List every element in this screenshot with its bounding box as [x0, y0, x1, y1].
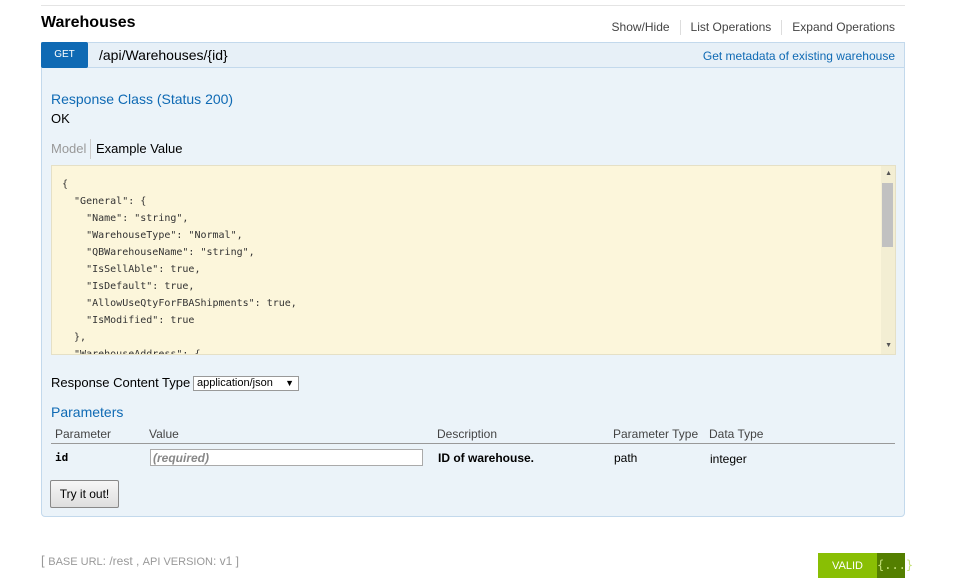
- api-version-value: : v1 ]: [212, 554, 239, 568]
- validator-badge[interactable]: VALID {...}: [818, 553, 913, 578]
- param-header-value: Value: [149, 427, 179, 441]
- api-version-label: API VERSION: [142, 556, 213, 568]
- param-description: ID of warehouse.: [438, 451, 535, 465]
- try-it-out-button[interactable]: Try it out!: [50, 480, 119, 508]
- tab-model[interactable]: Model: [51, 141, 86, 156]
- scrollbar[interactable]: ▲ ▼: [881, 166, 895, 354]
- response-content-type-select[interactable]: application/json ▼: [193, 376, 299, 391]
- scroll-thumb[interactable]: [882, 183, 893, 247]
- validator-label: VALID: [818, 553, 877, 578]
- param-data-type: integer: [710, 452, 747, 466]
- param-header-data-type: Data Type: [709, 427, 764, 441]
- validator-braces-icon: {...}: [877, 553, 913, 578]
- operation-summary[interactable]: Get metadata of existing warehouse: [703, 49, 895, 63]
- tab-example-value[interactable]: Example Value: [96, 141, 182, 156]
- param-type: path: [614, 451, 638, 465]
- api-info-footer: [ BASE URL: /rest , API VERSION: v1 ]: [41, 553, 239, 568]
- param-header-description: Description: [437, 427, 498, 441]
- resource-heading[interactable]: Warehouses: [41, 14, 136, 32]
- top-divider: [41, 5, 905, 6]
- base-url-label: BASE URL: [48, 556, 103, 568]
- param-header-parameter-type: Parameter Type: [613, 427, 699, 441]
- show-hide-link[interactable]: Show/Hide: [612, 20, 680, 35]
- scroll-up-arrow-icon[interactable]: ▲: [885, 170, 892, 177]
- dropdown-arrow-icon: ▼: [285, 378, 294, 388]
- operation-header[interactable]: GET /api/Warehouses/{id} Get metadata of…: [41, 42, 904, 68]
- example-value-box[interactable]: { "General": { "Name": "string", "Wareho…: [51, 165, 896, 355]
- id-input[interactable]: [150, 449, 423, 466]
- operation-path[interactable]: /api/Warehouses/{id}: [99, 47, 228, 63]
- response-status: OK: [51, 111, 70, 126]
- expand-operations-link[interactable]: Expand Operations: [781, 20, 895, 35]
- response-content-type-label: Response Content Type: [51, 375, 191, 390]
- param-header-divider: [51, 443, 895, 444]
- list-operations-link[interactable]: List Operations: [679, 20, 782, 35]
- http-method-badge[interactable]: GET: [41, 42, 88, 68]
- param-name-id: id: [55, 451, 69, 464]
- operation-panel: GET /api/Warehouses/{id} Get metadata of…: [41, 42, 905, 517]
- scroll-down-arrow-icon[interactable]: ▼: [885, 342, 892, 349]
- example-json: { "General": { "Name": "string", "Wareho…: [62, 179, 297, 355]
- resource-links: Show/Hide List Operations Expand Operati…: [612, 20, 895, 35]
- base-url-value: : /rest ,: [102, 554, 143, 568]
- parameters-title: Parameters: [51, 404, 124, 420]
- param-header-parameter: Parameter: [55, 427, 112, 441]
- tab-divider: [90, 139, 91, 159]
- response-class-title: Response Class (Status 200): [51, 91, 234, 107]
- response-content-type-value: application/json: [197, 377, 273, 389]
